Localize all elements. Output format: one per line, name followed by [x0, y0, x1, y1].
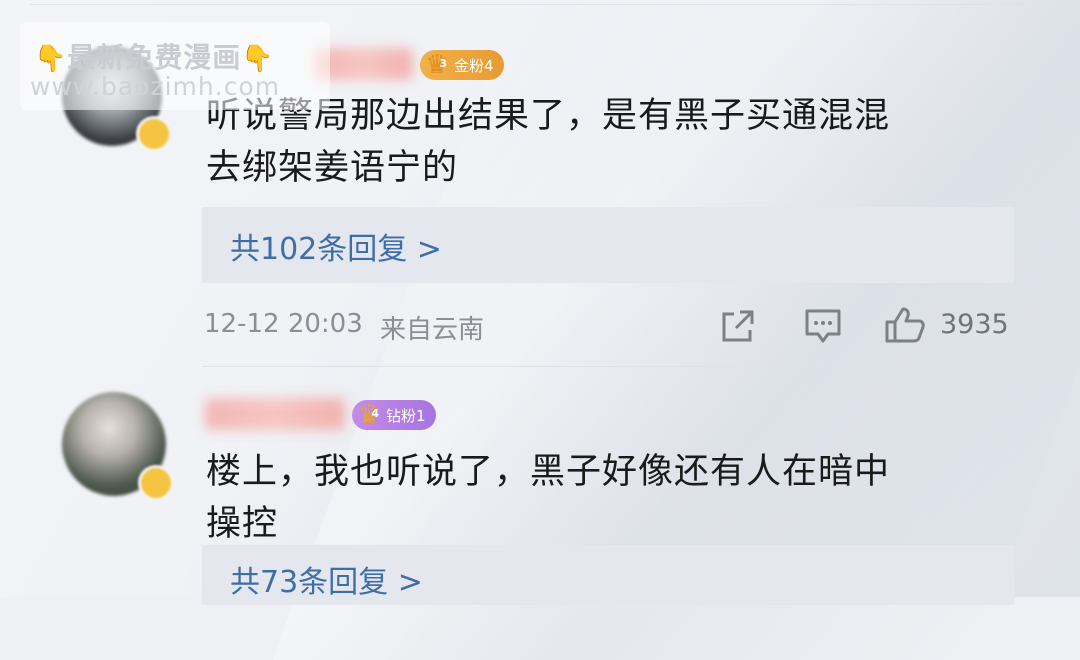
comment-icon[interactable] — [804, 308, 842, 344]
comment-text-line: 楼上，我也听说了，黑子好像还有人在暗中 — [206, 452, 891, 492]
comment-text-line: 去绑架姜语宁的 — [206, 148, 459, 188]
replies-link[interactable]: 共102条回复 > — [230, 224, 442, 268]
replies-box[interactable]: 共102条回复 > — [202, 207, 1014, 283]
watermark: 👇最新免费漫画👇 www.baozimh.com — [20, 22, 330, 110]
verified-badge-icon — [138, 465, 174, 501]
comment-divider — [202, 366, 1050, 367]
share-icon[interactable] — [720, 308, 756, 344]
pointing-down-icon: 👇 — [34, 44, 68, 74]
watermark-text: 最新免费漫画 — [67, 41, 242, 74]
fan-badge-label: 金粉4 — [454, 56, 494, 75]
comment-text: 楼上，我也听说了，黑子好像还有人在暗中 操控 — [206, 446, 890, 550]
comment-time: 12-12 20:03 — [204, 309, 363, 339]
top-divider — [30, 4, 1050, 5]
fan-badge-label: 钻粉1 — [386, 406, 426, 425]
comment-text-line: 操控 — [206, 504, 279, 544]
fan-badge[interactable]: ♛ 3 金粉4 — [420, 50, 504, 80]
verified-badge-icon — [136, 116, 172, 152]
replies-box[interactable]: 共73条回复 > — [202, 545, 1014, 605]
replies-link[interactable]: 共73条回复 > — [230, 557, 423, 601]
username-blurred[interactable] — [205, 398, 345, 430]
like-count: 3935 — [940, 309, 1009, 340]
crown-icon: ♛ 3 — [425, 50, 449, 80]
like-icon[interactable] — [884, 306, 926, 344]
watermark-url: www.baozimh.com — [30, 72, 281, 101]
watermark-title: 👇最新免费漫画👇 — [34, 36, 275, 76]
fan-badge[interactable]: ♛ 4 钻粉1 — [352, 400, 436, 430]
pointing-down-icon: 👇 — [241, 44, 275, 74]
comment-location: 来自云南 — [380, 315, 485, 345]
crown-icon: ♛ 4 — [357, 400, 381, 430]
